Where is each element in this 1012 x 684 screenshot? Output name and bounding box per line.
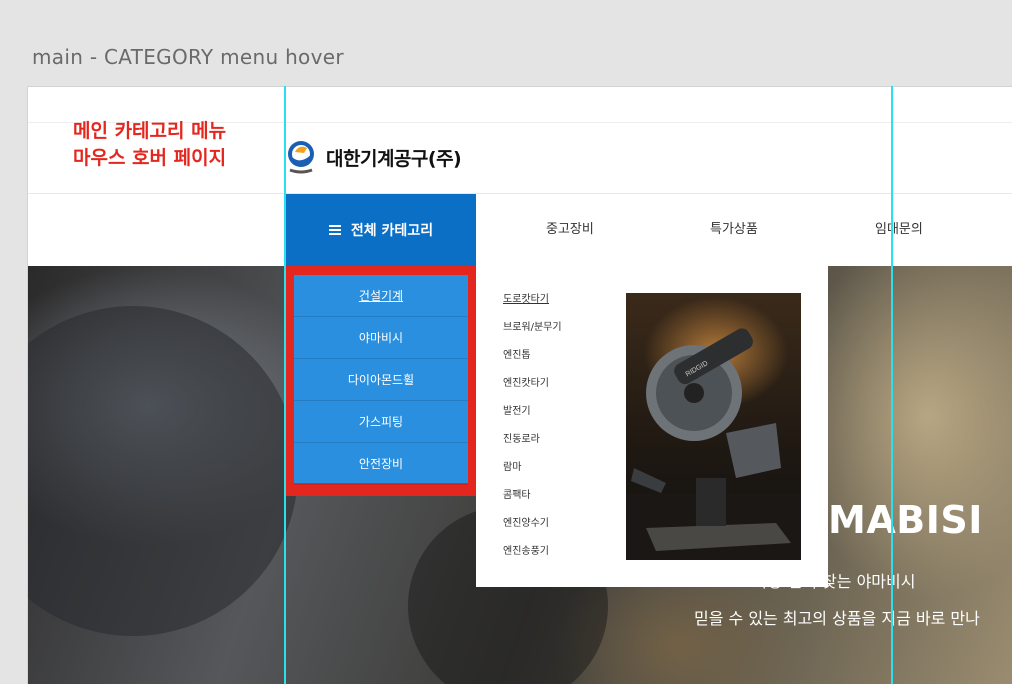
subcategory-label: 도로캇타기 [503,294,549,305]
category-item-label: 건설기계 [358,289,404,303]
subcategory-item[interactable]: 발전기 [503,402,562,430]
brand-logo[interactable]: 대한기계공구(주) [286,139,462,175]
design-note-line2: 마우스 호버 페이지 [73,147,227,169]
design-note: 메인 카테고리 메뉴 마우스 호버 페이지 [73,118,226,172]
subcategory-item[interactable]: 진동로라 [503,430,562,458]
layout-guide-line [891,86,893,684]
nav-item-rental-inquiry[interactable]: 임대문의 [875,194,923,266]
subcategory-label: 엔진송풍기 [503,546,549,557]
all-categories-label: 전체 카테고리 [350,223,434,239]
hamburger-icon [328,225,341,235]
category-item-label: 안전장비 [358,457,404,471]
category-item-label: 가스피팅 [358,415,404,429]
subcategory-item[interactable]: 엔진캇타기 [503,374,562,402]
category-item-yamabisi[interactable]: 야마비시 [294,317,468,359]
subcategory-label: 진동로라 [503,434,540,445]
category-item-safety[interactable]: 안전장비 [294,443,468,485]
artboard: 메인 카테고리 메뉴 마우스 호버 페이지 대한기계공구(주) 전체 카테고리 … [27,86,1012,684]
subcategory-panel: 도로캇타기 브로워/분무기 엔진톱 엔진캇타기 발전기 진동로라 람마 콤팩타 … [476,266,828,587]
subcategory-item[interactable]: 콤팩타 [503,486,562,514]
subcategory-label: 엔진캇타기 [503,378,549,389]
brand-name: 대한기계공구(주) [326,147,462,170]
nav-item-special-deals[interactable]: 특가상품 [710,194,758,266]
nav-item-used-equipment[interactable]: 중고장비 [546,194,594,266]
subcategory-label: 브로워/분무기 [503,322,562,333]
subcategory-list: 도로캇타기 브로워/분무기 엔진톱 엔진캇타기 발전기 진동로라 람마 콤팩타 … [503,290,562,570]
subcategory-item[interactable]: 엔진톱 [503,346,562,374]
category-dropdown: 건설기계 야마비시 다이아몬드휠 가스피팅 안전장비 [294,275,468,485]
subcategory-item[interactable]: 엔진양수기 [503,514,562,542]
subcategory-item[interactable]: 브로워/분무기 [503,318,562,346]
hero-background-shape [28,306,298,636]
miter-saw-product-image[interactable]: RIDGID [626,293,801,560]
category-item-construction[interactable]: 건설기계 [294,275,468,317]
subcategory-item[interactable]: 엔진송풍기 [503,542,562,570]
subcategory-label: 엔진양수기 [503,518,549,529]
subcategory-item[interactable]: 람마 [503,458,562,486]
hero-subtitle: 믿을 수 있는 최고의 상품을 지금 바로 만나 [694,609,980,628]
hero-title: MABISI [828,498,983,542]
subcategory-label: 발전기 [503,406,531,417]
all-categories-button[interactable]: 전체 카테고리 [286,194,476,266]
subcategory-label: 엔진톱 [503,350,531,361]
artboard-label: main - CATEGORY menu hover [32,45,344,69]
category-dropdown-highlight: 건설기계 야마비시 다이아몬드휠 가스피팅 안전장비 [286,266,476,496]
subcategory-label: 람마 [503,462,522,473]
subcategory-label: 콤팩타 [503,490,531,501]
main-nav: 전체 카테고리 중고장비 특가상품 임대문의 [28,194,1012,266]
category-item-label: 야마비시 [358,331,404,345]
category-item-diamond-wheel[interactable]: 다이아몬드휠 [294,359,468,401]
category-item-label: 다이아몬드휠 [347,373,415,387]
subcategory-item[interactable]: 도로캇타기 [503,290,562,318]
brand-logo-icon [286,139,316,175]
category-item-gas-fitting[interactable]: 가스피팅 [294,401,468,443]
design-note-line1: 메인 카테고리 메뉴 [73,120,227,142]
layout-guide-line [284,86,286,684]
